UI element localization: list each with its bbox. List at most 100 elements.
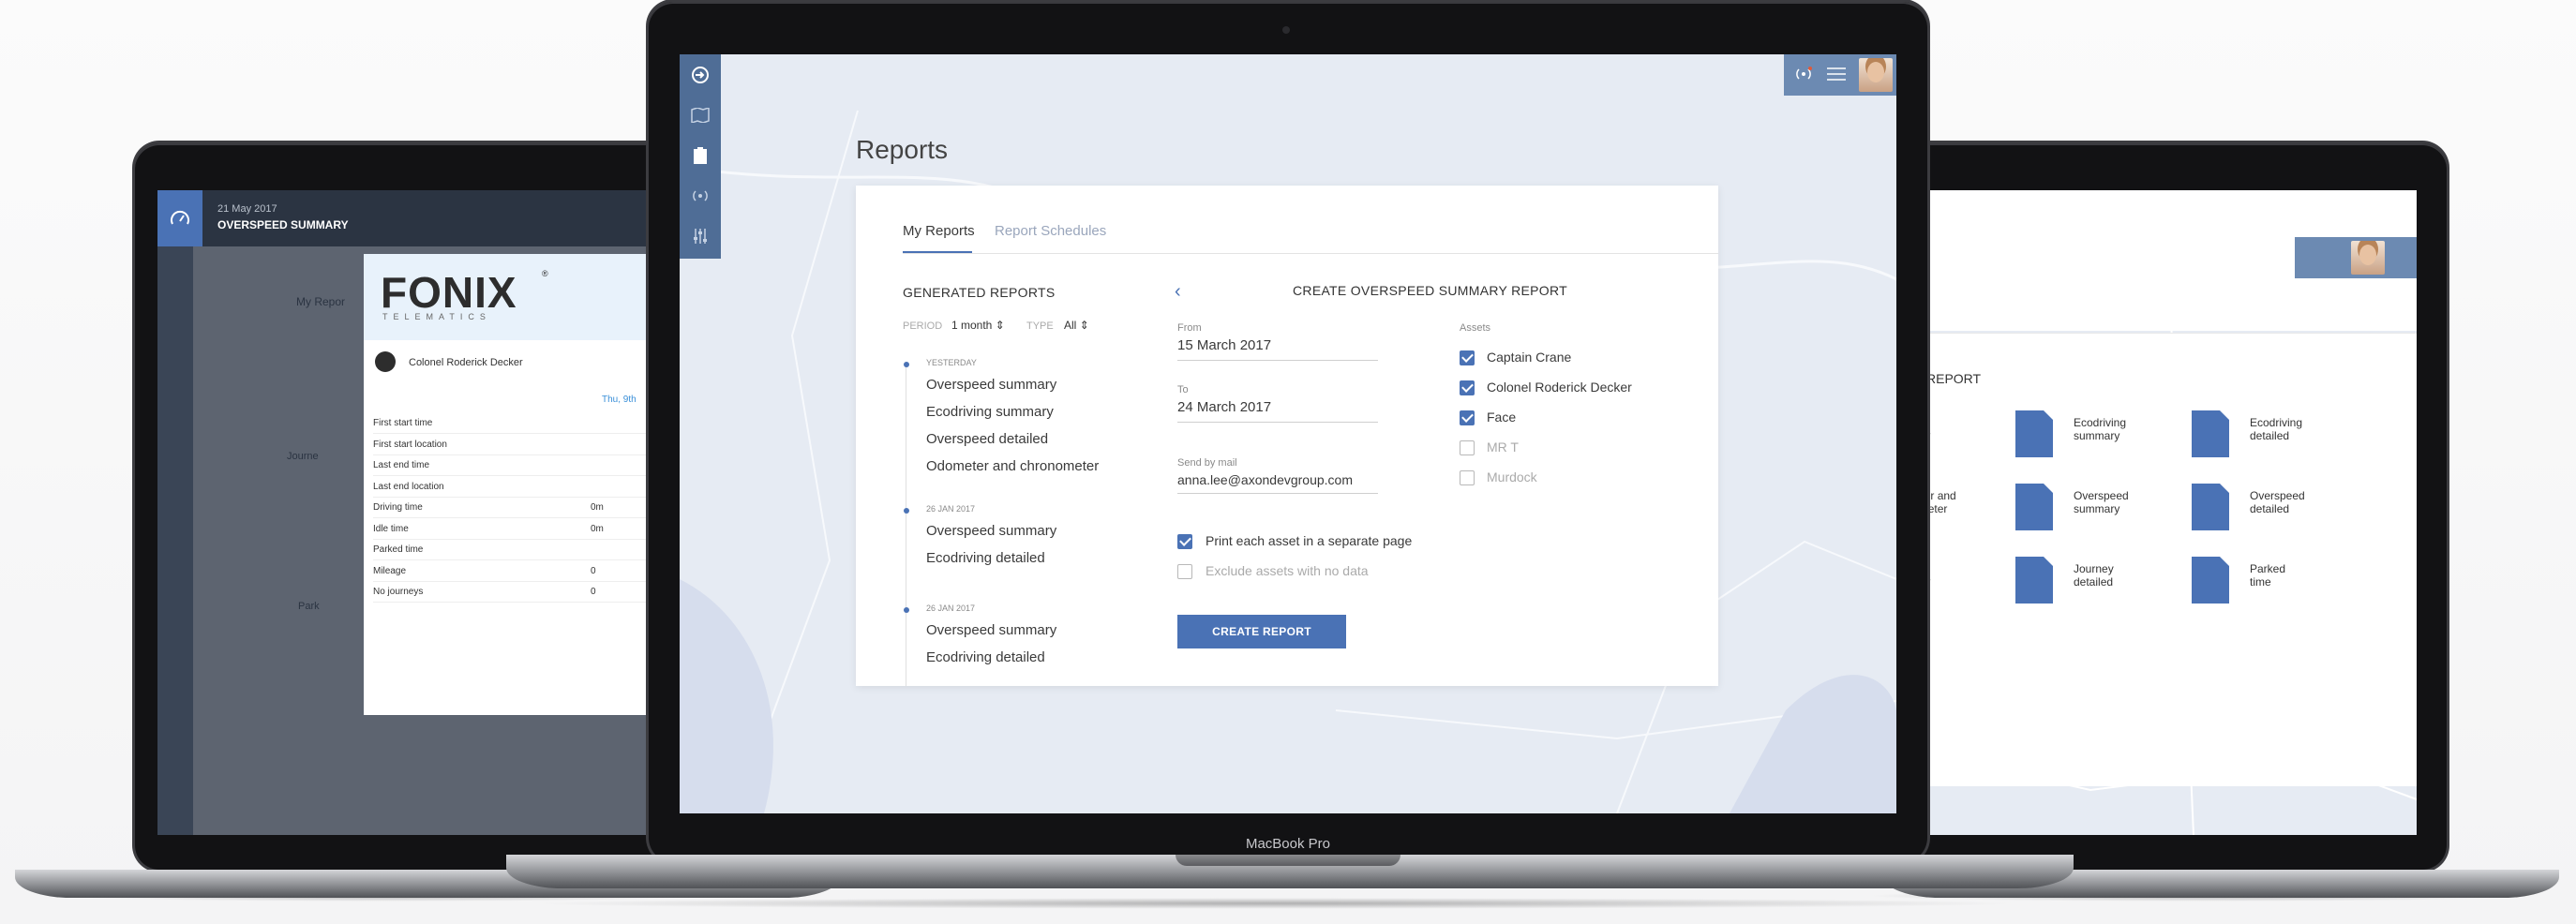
table-row: Parked time: [373, 540, 673, 560]
fonix-sub: TELEMATICS: [382, 312, 491, 321]
report-link[interactable]: Overspeed summary: [926, 523, 1056, 539]
print-checkbox[interactable]: [1177, 534, 1192, 549]
fonix-logo: FONIX: [381, 268, 517, 317]
avatar[interactable]: [2351, 241, 2385, 275]
asset-checkbox[interactable]: [1460, 350, 1475, 365]
signal-icon[interactable]: [680, 175, 721, 216]
report-type-line1: Overspeed: [2074, 489, 2129, 502]
sort-icon: ⇕: [995, 319, 1005, 332]
fonix-header: FONIX ® TELEMATICS: [364, 254, 673, 340]
group-date: 26 JAN 2017: [926, 504, 976, 514]
center-laptop-bezel: Reports My Reports Report Schedules GENE…: [649, 2, 1927, 862]
report-title: OVERSPEED SUMMARY: [217, 218, 349, 231]
camera-icon: [1282, 26, 1290, 34]
report-type-label[interactable]: Journey detailed: [2074, 562, 2114, 589]
report-file-icon[interactable]: [2192, 557, 2229, 604]
right-laptop-bezel: REPORT DaysummaryEcodrivingsummaryEcodri…: [1884, 143, 2447, 870]
type-select[interactable]: All ⇕: [1064, 319, 1089, 332]
broadcast-icon[interactable]: [1793, 66, 1814, 87]
report-link[interactable]: Ecodriving summary: [926, 404, 1054, 420]
report-file-icon[interactable]: [2192, 484, 2229, 530]
row-label: No journeys: [373, 587, 424, 597]
report-file-icon[interactable]: [2192, 410, 2229, 457]
table-row: Idle time 0m: [373, 519, 673, 540]
report-link[interactable]: Overspeed detailed: [926, 431, 1048, 447]
driver-name: Colonel Roderick Decker: [409, 357, 523, 368]
group-date: YESTERDAY: [926, 358, 977, 367]
menu-icon[interactable]: [1827, 67, 1846, 85]
avatar[interactable]: [1859, 58, 1893, 92]
exclude-checkbox[interactable]: [1177, 564, 1192, 579]
sliders-icon[interactable]: [680, 216, 721, 256]
generated-title: GENERATED REPORTS: [903, 285, 1056, 300]
report-type-line2: detailed: [2250, 502, 2290, 515]
create-report-button[interactable]: CREATE REPORT: [1177, 615, 1346, 648]
report-link[interactable]: Ecodriving detailed: [926, 550, 1045, 566]
from-label: From: [1177, 322, 1202, 334]
report-type-label[interactable]: Ecodriving detailed: [2250, 416, 2302, 442]
report-link[interactable]: Overspeed summary: [926, 377, 1056, 393]
report-type-label[interactable]: Overspeed detailed: [2250, 489, 2305, 515]
row-label: Last end location: [373, 481, 444, 492]
report-link[interactable]: Odometer and chronometer: [926, 458, 1099, 474]
report-type-line2: detailed: [2074, 575, 2114, 589]
to-field[interactable]: 24 March 2017: [1177, 399, 1271, 415]
type-value: All: [1064, 319, 1077, 332]
reports-panel: My Reports Report Schedules GENERATED RE…: [856, 186, 1718, 686]
row-value: 0: [591, 565, 596, 576]
speedometer-icon[interactable]: [157, 190, 202, 246]
group-date: 26 JAN 2017: [926, 604, 976, 613]
report-type-line1: Overspeed: [2250, 489, 2305, 502]
asset-checkbox[interactable]: [1460, 470, 1475, 485]
from-field[interactable]: 15 March 2017: [1177, 337, 1271, 353]
report-section-title: REPORT: [1926, 371, 1982, 386]
asset-checkbox[interactable]: [1460, 440, 1475, 455]
tab-report-schedules[interactable]: Report Schedules: [995, 223, 1106, 239]
map-icon[interactable]: [680, 95, 721, 135]
report-type-line2: summary: [2074, 429, 2120, 442]
report-file-icon[interactable]: [2015, 484, 2053, 530]
table-row: Driving time 0m: [373, 498, 673, 518]
bg-label: Park: [298, 601, 320, 612]
logo-icon[interactable]: [680, 54, 721, 95]
report-file-icon[interactable]: [2015, 410, 2053, 457]
registered-icon: ®: [542, 269, 548, 278]
back-chevron-icon[interactable]: ‹: [1175, 281, 1181, 303]
center-shadow: [525, 898, 2025, 909]
mail-field[interactable]: anna.lee@axondevgroup.com: [1177, 472, 1353, 487]
asset-label: Captain Crane: [1487, 350, 1572, 365]
report-type-label[interactable]: Ecodriving summary: [2074, 416, 2126, 442]
tab-divider: [903, 253, 1718, 254]
timeline-dot: [904, 607, 909, 613]
row-label: First start location: [373, 439, 447, 450]
report-type-line1: Ecodriving: [2250, 416, 2303, 429]
clipboard-icon[interactable]: [680, 135, 721, 175]
asset-checkbox[interactable]: [1460, 380, 1475, 395]
report-file-icon[interactable]: [2015, 557, 2053, 604]
period-label: PERIOD: [903, 320, 943, 332]
report-type-line1: Ecodriving: [2074, 416, 2127, 429]
assets-label: Assets: [1460, 322, 1491, 334]
report-type-label[interactable]: Parked time: [2250, 562, 2285, 589]
row-label: Mileage: [373, 565, 407, 576]
from-underline: [1177, 360, 1378, 361]
report-link[interactable]: Overspeed summary: [926, 622, 1056, 638]
table-row: Last end time: [373, 455, 673, 476]
report-type-label[interactable]: Overspeed summary: [2074, 489, 2129, 515]
asset-checkbox[interactable]: [1460, 410, 1475, 425]
tab-my-reports[interactable]: My Reports: [903, 223, 975, 239]
type-label: TYPE: [1026, 320, 1054, 332]
to-underline: [1177, 422, 1378, 423]
devices-mockup: 21 May 2017 OVERSPEED SUMMARY My Repor J…: [0, 0, 2576, 924]
period-select[interactable]: 1 month ⇕: [951, 319, 1005, 332]
timeline-dot: [904, 362, 909, 367]
table-row: Mileage 0: [373, 561, 673, 582]
asset-label: Colonel Roderick Decker: [1487, 380, 1632, 395]
print-label: Print each asset in a separate page: [1206, 533, 1413, 548]
day-label: Thu, 9th: [602, 395, 637, 405]
report-type-line1: Parked: [2250, 562, 2286, 575]
report-link[interactable]: Ecodriving detailed: [926, 649, 1045, 665]
center-screen: Reports My Reports Report Schedules GENE…: [680, 54, 1896, 813]
table-row: First start time: [373, 413, 673, 434]
exclude-label: Exclude assets with no data: [1206, 563, 1369, 578]
